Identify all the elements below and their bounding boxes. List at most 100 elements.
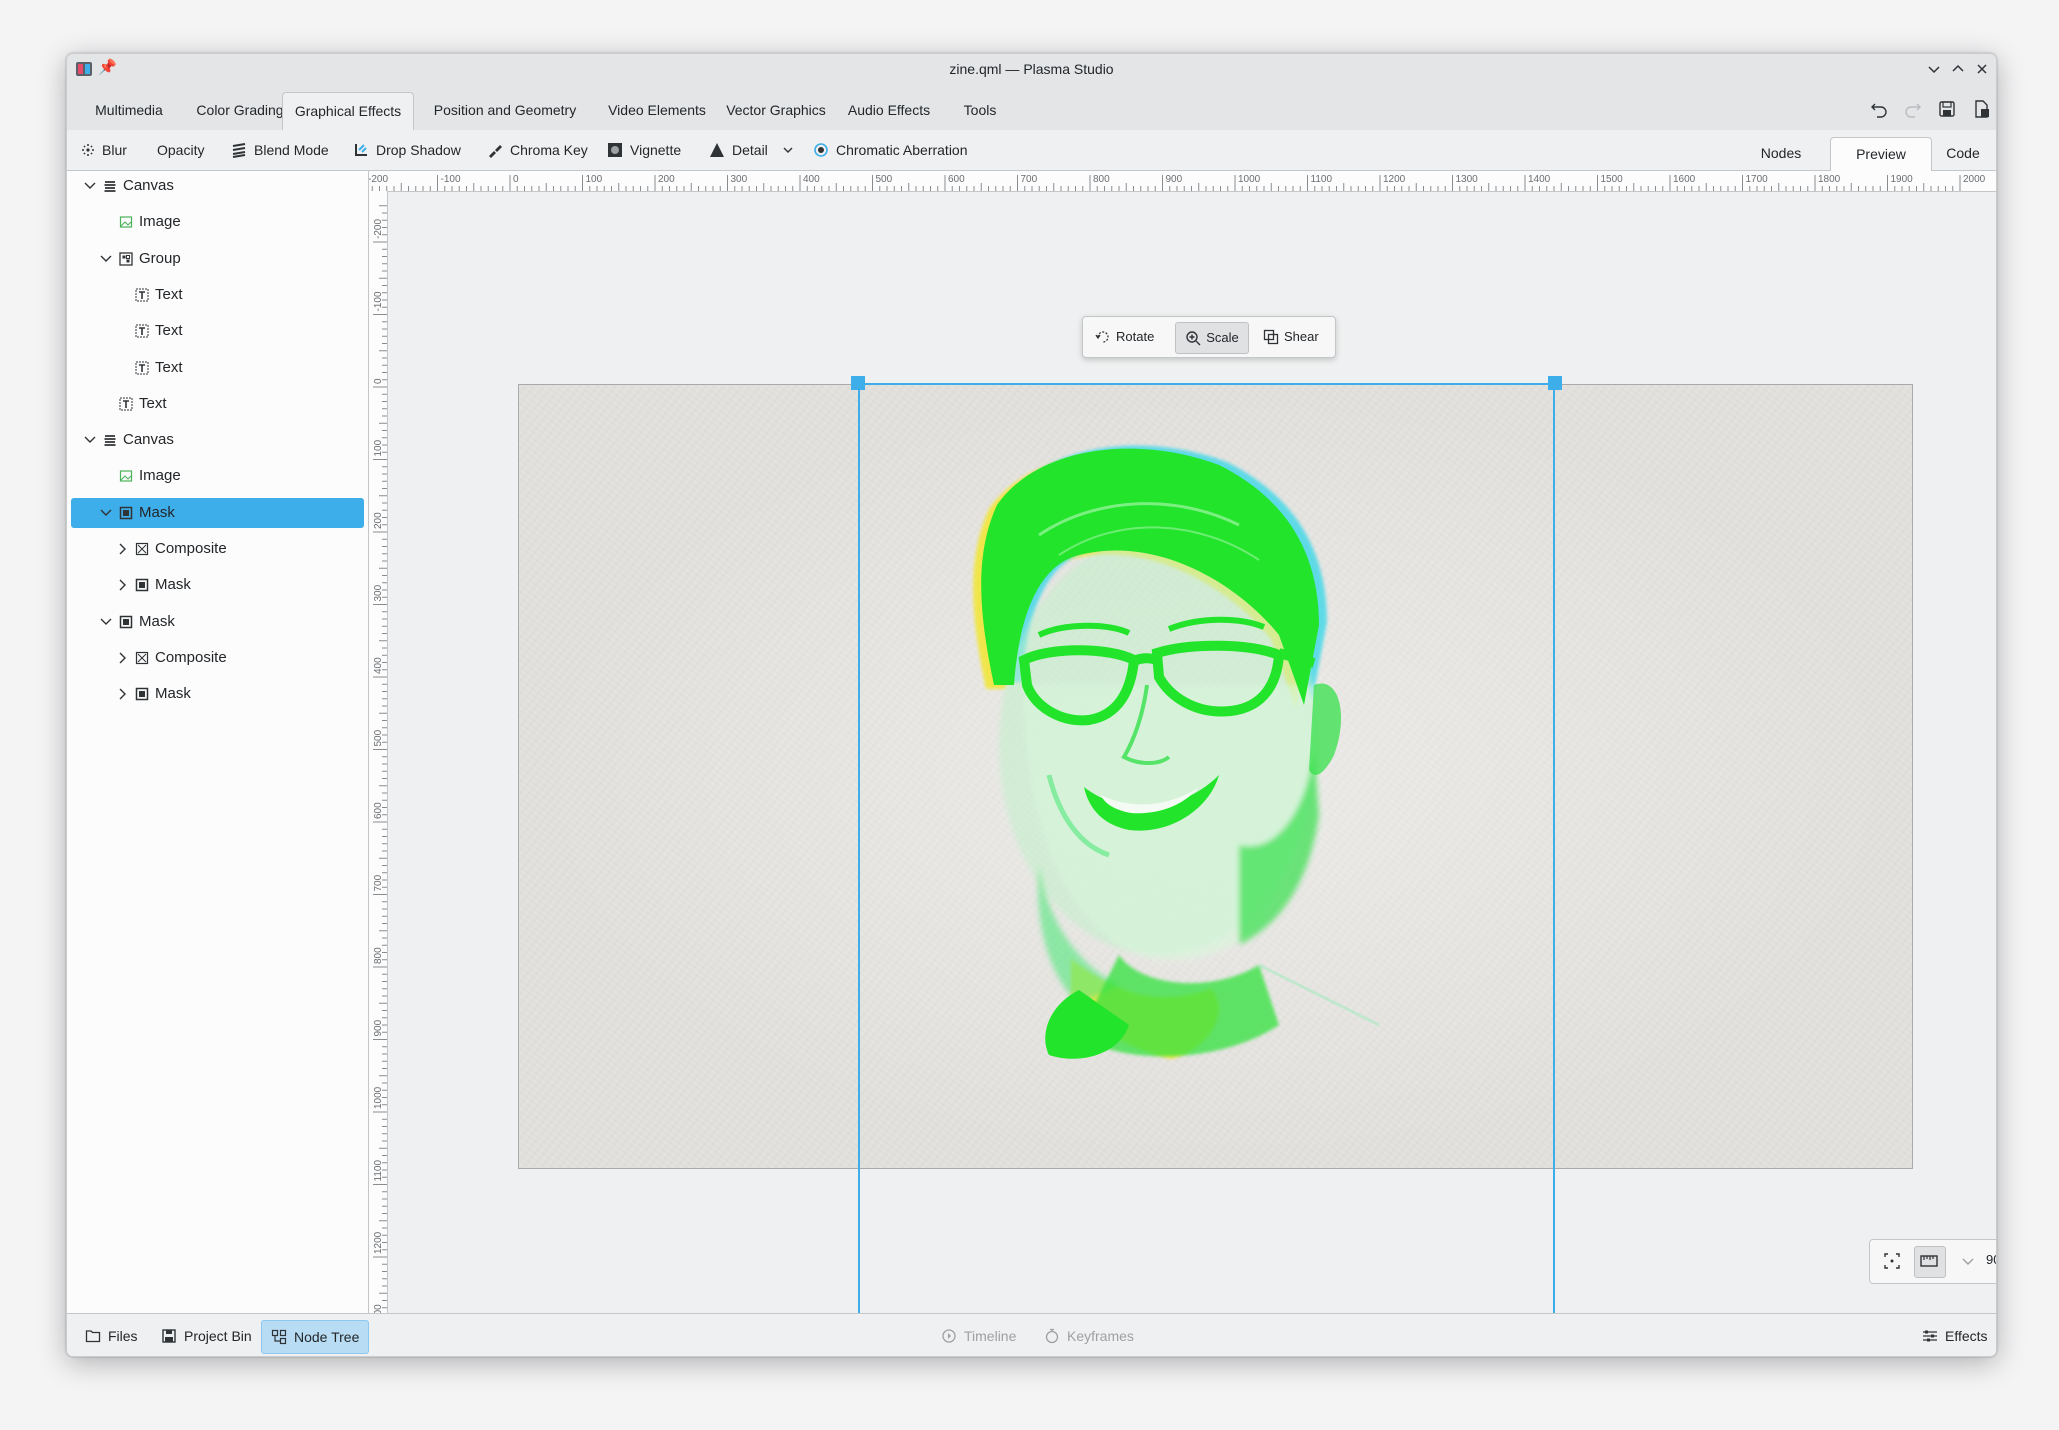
preview-canvas[interactable]: Rotate Scale Shear 90%: [388, 192, 1996, 1313]
mask-icon: [119, 498, 133, 528]
files-button[interactable]: Files: [79, 1320, 144, 1352]
zoom-level[interactable]: 90%: [1986, 1252, 1996, 1267]
undo-icon[interactable]: [1868, 98, 1890, 120]
tab-code[interactable]: Code: [1931, 137, 1995, 170]
node-label: Mask: [155, 576, 191, 594]
ruler-label: 1600: [1673, 174, 1696, 185]
vignette-button[interactable]: Vignette: [607, 130, 681, 170]
minimize-icon[interactable]: [1923, 58, 1945, 80]
chevron-down-icon[interactable]: [83, 171, 97, 201]
chevron-down-icon[interactable]: [782, 144, 794, 156]
chevron-right-icon[interactable]: [115, 679, 129, 709]
chromatic-aberration-button[interactable]: Chromatic Aberration: [813, 130, 968, 170]
tab-tools[interactable]: Tools: [943, 92, 1017, 130]
ruler-label: 300: [731, 174, 748, 185]
window-title: zine.qml — Plasma Studio: [949, 61, 1114, 77]
node-label: Canvas: [123, 431, 174, 449]
project-bin-button[interactable]: Project Bin: [155, 1320, 258, 1352]
fit-selection-icon[interactable]: [1878, 1247, 1906, 1275]
opacity-button[interactable]: Opacity: [157, 130, 204, 170]
timeline-button[interactable]: Timeline: [941, 1320, 1016, 1352]
node-tree-item-mask[interactable]: Mask: [67, 679, 368, 709]
close-icon[interactable]: [1971, 58, 1993, 80]
effects-label: Effects: [1945, 1328, 1988, 1344]
ruler-icon: [1920, 1255, 1938, 1267]
node-tree-item-composite[interactable]: Composite: [67, 534, 368, 564]
tab-preview[interactable]: Preview: [1830, 137, 1932, 172]
ruler-label: 400: [373, 657, 384, 674]
chevron-down-icon[interactable]: [99, 607, 113, 637]
tab-position-and-geometry[interactable]: Position and Geometry: [413, 92, 597, 130]
tab-vector-graphics[interactable]: Vector Graphics: [717, 92, 835, 130]
chevron-down-icon[interactable]: [83, 425, 97, 455]
tab-multimedia[interactable]: Multimedia: [79, 92, 179, 130]
chevron-down-icon[interactable]: [1954, 1247, 1982, 1275]
chevron-right-icon[interactable]: [115, 643, 129, 673]
blend-mode-button[interactable]: Blend Mode: [231, 130, 329, 170]
shear-icon: [1263, 329, 1279, 344]
ruler-label: 2000: [1963, 174, 1986, 185]
chevron-right-icon[interactable]: [115, 570, 129, 600]
node-tree-item-canvas[interactable]: Canvas: [67, 425, 368, 455]
effects-button[interactable]: Effects: [1922, 1320, 1988, 1352]
ruler-label: 800: [373, 947, 384, 964]
ruler-label: 0: [373, 378, 384, 384]
group-icon: [119, 244, 133, 274]
node-tree-button[interactable]: Node Tree: [261, 1320, 370, 1354]
node-tree-item-text[interactable]: Text: [67, 389, 368, 419]
keyframes-button[interactable]: Keyframes: [1044, 1320, 1134, 1352]
detail-label: Detail: [732, 142, 768, 158]
composite-icon: [135, 643, 149, 673]
tab-audio-effects[interactable]: Audio Effects: [835, 92, 943, 130]
rotate-button[interactable]: Rotate: [1095, 322, 1154, 352]
node-tree-item-composite[interactable]: Composite: [67, 643, 368, 673]
tab-nodes[interactable]: Nodes: [1731, 137, 1831, 170]
chevron-down-icon[interactable]: [99, 244, 113, 274]
node-tree-item-text[interactable]: Text: [67, 353, 368, 383]
ruler-label: 600: [373, 802, 384, 819]
node-tree-item-mask[interactable]: Mask: [67, 570, 368, 600]
maximize-icon[interactable]: [1947, 58, 1969, 80]
node-tree-item-text[interactable]: Text: [67, 280, 368, 310]
node-tree-panel: Canvas Image Group Text Text Text Text Canvas Im…: [67, 171, 369, 1313]
chevron-down-icon[interactable]: [99, 498, 113, 528]
opacity-label: Opacity: [157, 142, 205, 158]
resize-handle-top-left[interactable]: [851, 376, 865, 390]
node-tree-item-group[interactable]: Group: [67, 244, 368, 274]
node-tree-item-text[interactable]: Text: [67, 316, 368, 346]
node-tree-item-image[interactable]: Image: [67, 207, 368, 237]
mask-icon: [135, 570, 149, 600]
mask-icon: [135, 679, 149, 709]
ruler-label: -200: [369, 174, 388, 185]
node-label: Canvas: [123, 177, 174, 194]
tab-graphical-effects[interactable]: Graphical Effects: [282, 92, 414, 132]
chroma-key-button[interactable]: Chroma Key: [487, 130, 588, 170]
detail-button[interactable]: Detail: [709, 130, 794, 170]
node-label: Mask: [139, 612, 175, 630]
ruler-label: 1900: [1891, 174, 1914, 185]
node-tree-item-canvas[interactable]: Canvas: [67, 171, 368, 201]
category-tab-bar: Multimedia Color Grading Graphical Effec…: [67, 86, 1996, 132]
drop-shadow-button[interactable]: Drop Shadow: [353, 130, 461, 170]
node-tree-item-mask[interactable]: Mask: [67, 497, 368, 528]
blur-button[interactable]: Blur: [81, 130, 127, 170]
redo-icon[interactable]: [1902, 98, 1924, 120]
drop-shadow-label: Drop Shadow: [376, 142, 461, 158]
ruler-toggle-button[interactable]: [1914, 1246, 1946, 1278]
ruler-label: 200: [658, 174, 675, 185]
canvas-icon: [103, 171, 117, 201]
save-icon[interactable]: [1936, 98, 1958, 120]
export-icon[interactable]: [1970, 98, 1992, 120]
resize-handle-top-right[interactable]: [1548, 376, 1562, 390]
node-label: Group: [139, 249, 181, 267]
scale-button[interactable]: Scale: [1175, 322, 1249, 354]
tab-video-elements[interactable]: Video Elements: [597, 92, 717, 130]
node-tree-item-image[interactable]: Image: [67, 461, 368, 491]
node-tree-item-mask[interactable]: Mask: [67, 607, 368, 637]
shear-button[interactable]: Shear: [1263, 322, 1319, 352]
chevron-right-icon[interactable]: [115, 534, 129, 564]
chroma-key-icon: [489, 145, 502, 159]
selection-frame[interactable]: [858, 383, 1555, 1313]
composite-icon: [135, 534, 149, 564]
node-label: Image: [139, 467, 181, 485]
